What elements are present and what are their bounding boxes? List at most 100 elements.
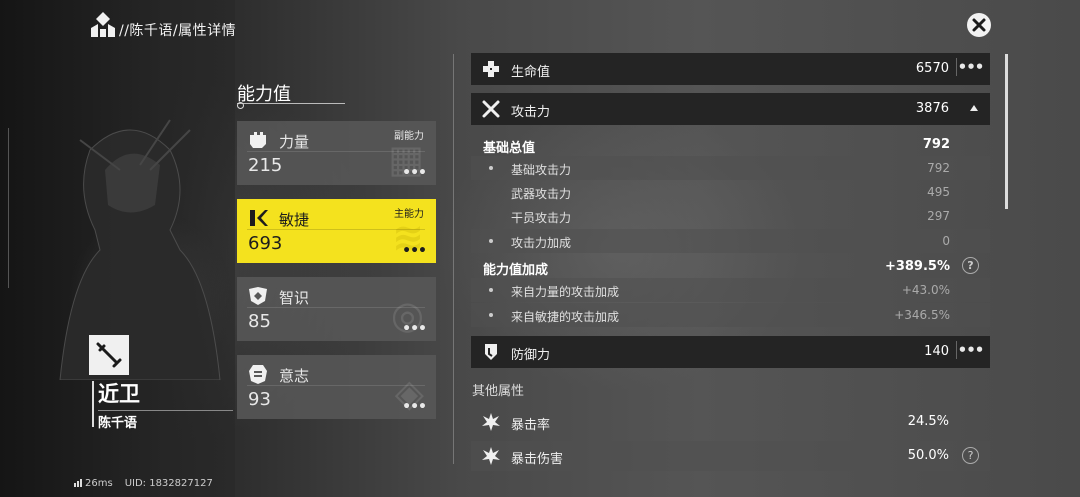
attr-value: 24.5% [907, 414, 949, 429]
stat-value: 215 [248, 155, 283, 176]
breakdown-value: +43.0% [901, 283, 950, 297]
card-divider [247, 307, 425, 308]
breakdown-label: 能力值加成 [483, 263, 549, 278]
breakdown-label: 武器攻击力 [511, 187, 572, 201]
attr-value: 50.0% [907, 448, 949, 463]
breakdown-base-total: 基础总值 792 [471, 132, 990, 156]
breakdown-from-strength: 来自力量的攻击加成 +43.0% [471, 278, 990, 302]
bullet-icon [489, 239, 493, 243]
stat-value: 93 [248, 389, 271, 410]
help-icon[interactable]: ? [962, 257, 979, 274]
stat-card-strength[interactable]: ▦ 力量 副能力 215 ••• [237, 121, 436, 185]
breadcrumb: //陈千语/属性详情 [119, 23, 237, 39]
breakdown-value: 297 [927, 209, 950, 223]
shield-icon [485, 344, 497, 360]
class-name: 近卫 [98, 382, 140, 406]
ping-indicator: 26ms [74, 478, 113, 489]
status-bar: 26ms UID: 1832827127 [74, 478, 213, 489]
breakdown-value: 792 [927, 161, 950, 175]
crit-burst-icon [482, 413, 500, 431]
attr-row-defense[interactable]: 防御力 140 ••• [471, 336, 990, 368]
card-divider [247, 385, 425, 386]
breakdown-from-agility: 来自敏捷的攻击加成 +346.5% [471, 303, 990, 327]
abilities-marker-icon [237, 102, 244, 109]
character-illustration [20, 110, 250, 380]
breakdown-weapon-atk: 武器攻击力 495 [471, 180, 990, 204]
breakdown-atk-bonus: 攻击力加成 0 [471, 229, 990, 253]
attr-name: 防御力 [511, 348, 551, 363]
abilities-title-underline [237, 103, 345, 104]
ping-value: 26ms [85, 478, 113, 489]
intellect-icon [249, 287, 267, 305]
side-decoration [8, 128, 18, 288]
crit-damage-icon [482, 447, 500, 465]
bullet-icon [489, 166, 493, 170]
help-icon[interactable]: ? [962, 447, 979, 464]
stat-value: 693 [248, 233, 283, 254]
signal-icon [74, 479, 82, 487]
breakdown-label: 攻击力加成 [511, 236, 572, 250]
breakdown-label: 来自力量的攻击加成 [511, 285, 620, 299]
more-button[interactable]: ••• [402, 165, 427, 181]
stat-name: 敏捷 [279, 211, 310, 229]
collapse-icon[interactable] [970, 105, 978, 111]
breakdown-value: 0 [942, 234, 950, 248]
more-button[interactable]: ••• [402, 399, 427, 415]
agility-icon [250, 210, 268, 226]
attr-value: 140 [924, 344, 949, 359]
more-button[interactable]: ••• [402, 243, 427, 259]
stat-name: 力量 [279, 133, 310, 151]
guard-class-icon [89, 335, 129, 375]
stat-card-agility[interactable]: ≋ 敏捷 主能力 693 ••• [237, 199, 436, 263]
crossed-swords-icon [482, 100, 500, 118]
breakdown-label: 基础总值 [483, 141, 536, 156]
will-icon [249, 365, 267, 384]
stat-card-will[interactable]: ◈ 意志 93 ••• [237, 355, 436, 419]
attr-name: 暴击伤害 [511, 452, 564, 467]
stat-tag: 副能力 [394, 131, 424, 142]
stat-name: 意志 [279, 367, 310, 385]
more-button[interactable]: ••• [956, 58, 984, 76]
stat-value: 85 [248, 311, 271, 332]
breakdown-operator-atk: 干员攻击力 297 [471, 204, 990, 228]
class-divider [92, 381, 94, 427]
attr-name: 暴击率 [511, 418, 551, 433]
bullet-icon [489, 313, 493, 317]
breakdown-label: 基础攻击力 [511, 163, 572, 177]
more-button[interactable]: ••• [402, 321, 427, 337]
attr-row-attack[interactable]: 攻击力 3876 [471, 93, 990, 125]
stat-name: 智识 [279, 289, 310, 307]
attr-row-hp[interactable]: 生命值 6570 ••• [471, 53, 990, 85]
attr-value: 3876 [915, 101, 949, 116]
breakdown-value: +389.5% [884, 259, 950, 274]
class-underline [98, 410, 233, 411]
close-button[interactable] [967, 13, 991, 37]
attr-row-crit-damage[interactable]: 暴击伤害 50.0% ? [471, 441, 990, 471]
breakdown-value: 495 [927, 185, 950, 199]
attr-row-crit-rate[interactable]: 暴击率 24.5% [471, 407, 990, 437]
breakdown-value: 792 [922, 137, 950, 152]
attr-name: 生命值 [511, 65, 551, 80]
stat-card-intellect[interactable]: ◎ 智识 85 ••• [237, 277, 436, 341]
breakdown-base-atk: 基础攻击力 792 [471, 156, 990, 180]
card-divider [247, 151, 425, 152]
scrollbar[interactable] [1005, 54, 1008, 209]
fist-icon [250, 132, 266, 148]
card-divider [247, 229, 425, 230]
breakdown-label: 干员攻击力 [511, 211, 572, 225]
bullet-icon [489, 288, 493, 292]
more-button[interactable]: ••• [956, 341, 984, 359]
breakdown-ability-bonus: 能力值加成 +389.5% ? [471, 254, 990, 278]
panel-divider [453, 54, 454, 464]
uid: UID: 1832827127 [124, 478, 213, 489]
breakdown-value: +346.5% [894, 308, 950, 322]
attr-value: 6570 [915, 61, 949, 76]
health-cross-icon [483, 61, 499, 77]
attr-name: 攻击力 [511, 105, 551, 120]
stat-tag: 主能力 [394, 209, 424, 220]
close-icon [972, 18, 986, 32]
other-attributes-title: 其他属性 [472, 384, 525, 399]
game-logo-icon [88, 10, 118, 40]
character-name: 陈千语 [98, 416, 138, 431]
breakdown-label: 来自敏捷的攻击加成 [511, 310, 620, 324]
